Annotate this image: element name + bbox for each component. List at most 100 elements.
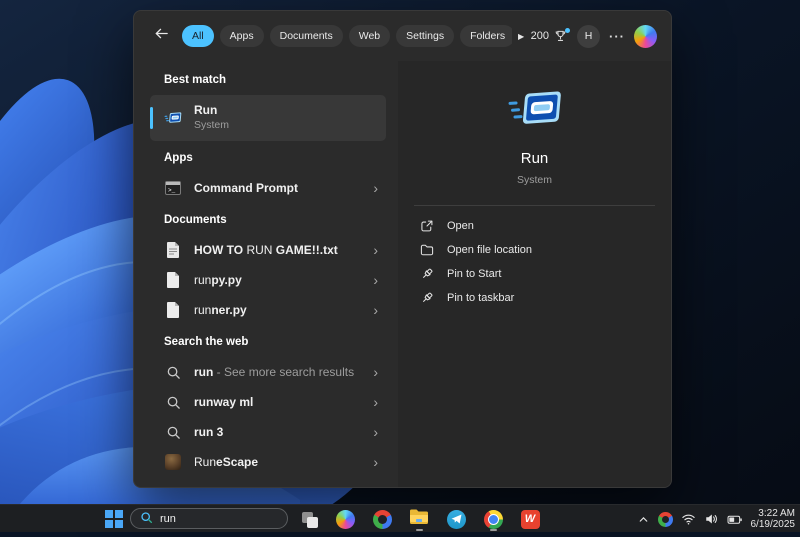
search-filter-bar: AllAppsDocumentsWebSettingsFoldersPh ▶ 2… (134, 11, 671, 61)
result-label: runpy.py (194, 273, 242, 287)
filter-tab-apps[interactable]: Apps (219, 25, 264, 47)
preview-app-name: Run (520, 150, 549, 167)
chevron-right-icon: › (373, 394, 378, 410)
more-options-button[interactable]: ··· (609, 29, 625, 44)
tray-time: 3:22 AM (758, 507, 795, 519)
action-label: Open (447, 220, 474, 232)
chrome-tray-icon[interactable] (657, 511, 673, 527)
copilot-icon (335, 509, 355, 529)
tray-expand-button[interactable] (637, 513, 650, 526)
telegram-button[interactable] (445, 508, 467, 530)
more-filters-button[interactable]: ▶ (518, 32, 524, 41)
run-icon (164, 109, 182, 127)
section-heading: Best match (164, 74, 226, 86)
action-label: Pin to Start (447, 268, 502, 280)
section-heading: Apps (164, 152, 193, 164)
result-label: run - See more search results (194, 365, 355, 379)
result-item[interactable]: >_ Command Prompt › (150, 173, 386, 203)
folder-icon (420, 243, 434, 257)
result-label: HOW TO RUN GAME!!.txt (194, 243, 338, 257)
back-arrow-icon (154, 26, 169, 46)
runescape-icon (164, 453, 182, 471)
taskbar-clock[interactable]: 3:22 AM 6/19/2025 (751, 508, 796, 531)
open-icon (420, 219, 434, 233)
chevron-right-icon: › (373, 424, 378, 440)
action-open-file-location[interactable]: Open file location (406, 238, 663, 262)
chrome-icon (483, 509, 503, 529)
preview-app-type: System (516, 174, 552, 186)
wps-office-icon: W (520, 509, 540, 529)
back-button[interactable] (148, 23, 174, 49)
result-subtitle: System (194, 119, 230, 131)
rewards-points: 200 (530, 30, 549, 42)
run-app-icon (507, 89, 563, 134)
results-list: Best match Run System Apps >_ Command Prompt ›… (134, 61, 398, 487)
chrome-button[interactable] (482, 508, 504, 530)
cmd-icon: >_ (164, 179, 182, 197)
pin-icon (420, 267, 434, 281)
file-explorer-button[interactable] (408, 508, 430, 530)
copilot-icon[interactable] (634, 24, 657, 48)
topbar-right-cluster: 200 H ··· (530, 24, 657, 48)
battery-icon[interactable] (727, 513, 743, 526)
action-label: Open file location (447, 244, 532, 256)
running-indicator-chrome (490, 529, 497, 531)
result-label: runway ml (194, 395, 254, 409)
result-item[interactable]: run - See more search results › (150, 357, 386, 387)
copilot-taskbar-button[interactable] (334, 508, 356, 530)
task-view-button[interactable] (298, 508, 320, 530)
result-item[interactable]: RuneScape › (150, 447, 386, 477)
rewards-badge (565, 27, 570, 33)
task-view-icon (300, 510, 318, 528)
wps-office-button[interactable]: W (519, 508, 541, 530)
action-pin-to-start[interactable]: Pin to Start (406, 262, 663, 286)
action-label: Pin to taskbar (447, 292, 515, 304)
result-label: runner.py (194, 303, 247, 317)
chevron-right-icon: › (373, 272, 378, 288)
result-item[interactable]: runpy.py › (150, 265, 386, 295)
pin-icon (420, 291, 434, 305)
telegram-icon (446, 509, 466, 529)
chevron-right-icon: › (373, 364, 378, 380)
volume-icon[interactable] (704, 512, 719, 526)
result-item[interactable]: run 3 › (150, 417, 386, 447)
filter-tab-settings[interactable]: Settings (396, 25, 455, 47)
filter-tabs: AllAppsDocumentsWebSettingsFoldersPh (182, 25, 512, 47)
browser-taskbar-button[interactable] (371, 508, 393, 530)
search-icon (164, 393, 182, 411)
result-label: RuneScape (194, 455, 259, 469)
section-heading: Documents (164, 214, 227, 226)
rewards-trophy-icon (553, 27, 570, 44)
result-item[interactable]: HOW TO RUN GAME!!.txt › (150, 235, 386, 265)
search-icon (140, 511, 153, 527)
wifi-icon[interactable] (681, 512, 696, 526)
filter-tab-all[interactable]: All (182, 25, 214, 47)
browser-icon (372, 509, 392, 529)
action-open[interactable]: Open (406, 214, 663, 238)
rewards-button[interactable]: 200 (530, 27, 570, 44)
result-item[interactable]: runway ml › (150, 387, 386, 417)
chevron-right-icon: › (373, 302, 378, 318)
file-icon (164, 271, 182, 289)
result-label: Run System (194, 104, 230, 131)
search-icon (164, 363, 182, 381)
windows-start-button[interactable] (103, 508, 125, 530)
preview-panel: Run System Open Open file location Pin to … (398, 61, 671, 487)
preview-actions: Open Open file location Pin to Start Pin to… (398, 212, 671, 312)
result-item[interactable]: runner.py › (150, 295, 386, 325)
chevron-right-icon: › (373, 454, 378, 470)
action-pin-to-taskbar[interactable]: Pin to taskbar (406, 286, 663, 310)
account-avatar[interactable]: H (577, 24, 600, 48)
section-heading: Search the web (164, 336, 249, 348)
result-item[interactable]: Run System (150, 95, 386, 141)
taskbar-search-value: run (160, 512, 176, 525)
running-indicator-file-explorer (416, 529, 423, 531)
search-icon (164, 423, 182, 441)
chevron-right-icon: › (373, 242, 378, 258)
filter-tab-documents[interactable]: Documents (269, 25, 343, 47)
taskbar-search-box[interactable]: run (130, 508, 288, 529)
filter-tab-folders[interactable]: Folders (460, 25, 512, 47)
filter-tab-web[interactable]: Web (348, 25, 391, 47)
account-initial: H (584, 30, 593, 42)
svg-text:>_: >_ (168, 187, 176, 194)
